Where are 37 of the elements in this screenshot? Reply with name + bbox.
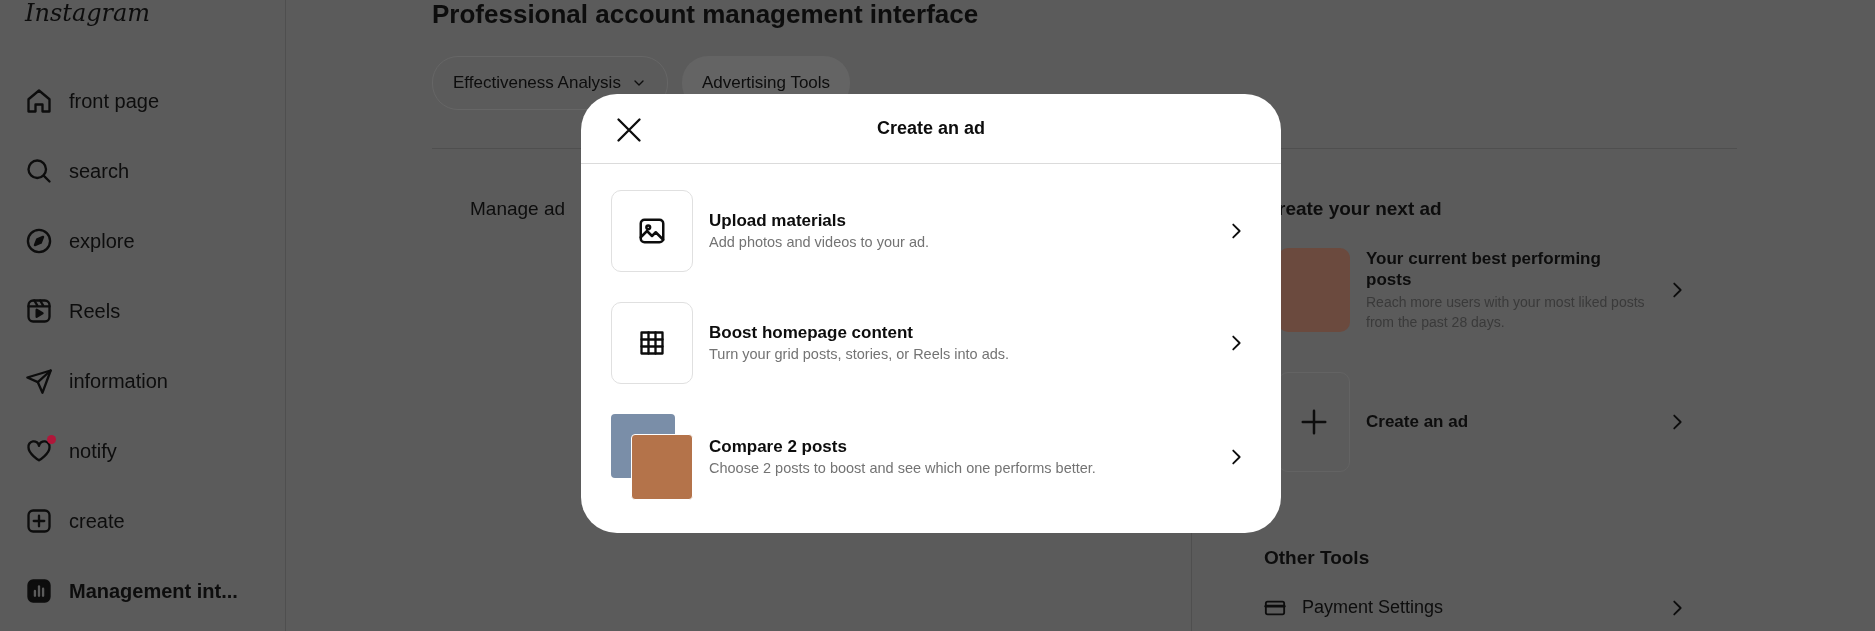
option-title: Upload materials [709,210,847,232]
section-heading: Manage ad [470,197,566,221]
dialog-option[interactable]: Compare 2 posts Choose 2 posts to boost and see which one performs better. [611,414,1247,500]
close-icon [615,116,643,144]
image-icon [637,216,667,246]
option-title: Boost homepage content [709,322,914,344]
photo-placeholder [631,434,693,500]
option-title: Compare 2 posts [709,436,848,458]
grid-icon [638,329,666,357]
bar-chart-icon [25,577,53,605]
sidebar-item[interactable]: front page [25,88,168,114]
dialog-option[interactable]: Boost homepage content Turn your grid posts, stories, or Reels into ads. [611,302,1247,384]
dialog-option[interactable]: Upload materials Add photos and videos to your ad. [611,190,1247,272]
sidebar-item[interactable]: notify [25,438,125,464]
plus-square-icon [25,507,53,535]
section-heading: Other Tools [1264,545,1370,570]
settings-row[interactable]: Payment Settings [1264,594,1688,621]
paper-plane-icon [25,367,53,395]
search-icon [25,157,53,185]
option-description: Turn your grid posts, stories, or Reels into ads. [709,345,1011,364]
sidebar-item[interactable]: explore [25,228,143,254]
compass-icon [25,227,53,255]
close-button[interactable] [615,116,643,144]
instagram-logo[interactable]: Instagram [25,0,151,26]
option-description: Add photos and videos to your ad. [709,233,931,252]
reels-icon [25,297,53,325]
sidebar-item[interactable]: Reels [25,298,129,324]
sidebar-item[interactable]: search [25,158,138,184]
home-icon [25,87,53,115]
page-title: Professional account management interface [432,0,979,28]
sidebar-item[interactable]: create [25,508,133,534]
option-title: Create an ad [1366,411,1470,432]
dialog-title: Create an ad [876,117,985,140]
option-title: Your current best performing posts [1366,247,1602,290]
sidebar-item[interactable]: information [25,368,176,394]
sidebar-item[interactable]: Management int... [25,578,246,604]
option-description: Choose 2 posts to boost and see which one performs better. [709,459,1097,478]
